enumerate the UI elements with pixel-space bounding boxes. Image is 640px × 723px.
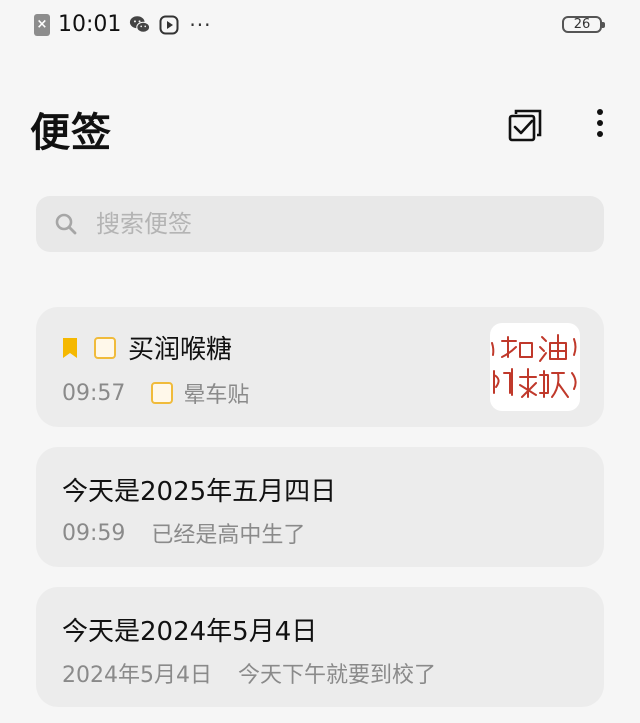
note-preview: 已经是高中生了 — [151, 523, 306, 548]
bookmark-icon — [63, 337, 77, 358]
note-meta-row: 09:59 已经是高中生了 — [62, 517, 305, 549]
search-input[interactable] — [96, 208, 576, 240]
wechat-icon — [130, 15, 151, 33]
video-play-icon — [159, 15, 179, 34]
status-left: × 10:01 ··· — [34, 12, 211, 37]
note-title-row: 今天是2025年五月四日 — [62, 471, 336, 508]
note-time: 2024年5月4日 — [62, 663, 212, 688]
note-meta-row: 09:57 晕车贴 — [62, 377, 249, 409]
note-title: 今天是2024年5月4日 — [62, 617, 318, 647]
checklist-checkbox[interactable] — [94, 336, 116, 359]
note-card[interactable]: 买润喉糖 09:57 晕车贴 — [36, 307, 604, 427]
status-time: 10:01 — [58, 12, 122, 37]
search-bar[interactable] — [36, 196, 604, 252]
close-badge-icon: × — [34, 13, 50, 36]
status-bar: × 10:01 ··· 26 — [0, 0, 640, 50]
note-title: 今天是2025年五月四日 — [62, 477, 337, 507]
note-title-row: 今天是2024年5月4日 — [62, 611, 317, 648]
checklist-checkbox[interactable] — [151, 382, 174, 404]
search-icon — [55, 213, 77, 235]
battery-icon: 26 — [562, 16, 605, 33]
battery-level: 26 — [573, 17, 591, 32]
note-title: 买润喉糖 — [128, 335, 233, 365]
note-card[interactable]: 今天是2025年五月四日 09:59 已经是高中生了 — [36, 447, 604, 567]
handwriting-thumbnail — [490, 323, 580, 411]
handwriting-image — [491, 334, 577, 398]
note-time: 09:59 — [62, 520, 126, 546]
more-vertical-icon[interactable] — [588, 106, 612, 142]
note-card[interactable]: 今天是2024年5月4日 2024年5月4日 今天下午就要到校了 — [36, 587, 604, 707]
page-title: 便签 — [30, 110, 112, 156]
note-title-row: 买润喉糖 — [62, 329, 232, 366]
note-time: 09:57 — [62, 380, 126, 406]
note-meta-row: 2024年5月4日 今天下午就要到校了 — [62, 657, 436, 689]
note-preview: 晕车贴 — [183, 383, 250, 408]
note-preview: 今天下午就要到校了 — [237, 663, 436, 688]
edit-check-icon[interactable] — [506, 106, 546, 146]
more-dots-icon: ··· — [189, 12, 212, 37]
